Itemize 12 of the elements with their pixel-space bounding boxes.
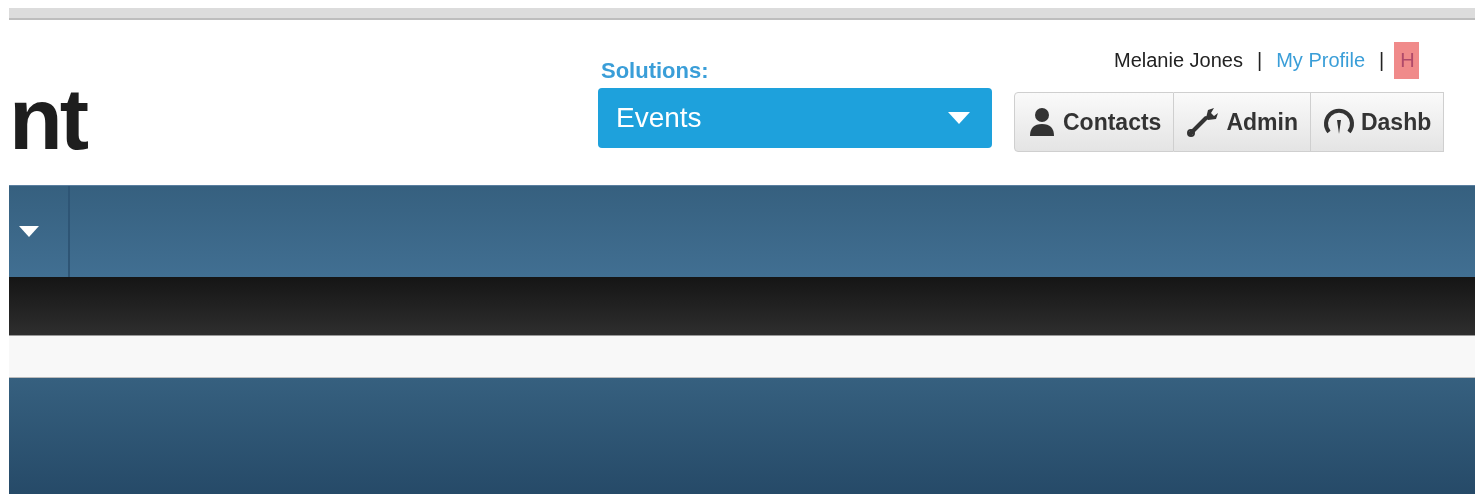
logo: nt (9, 68, 88, 170)
wrench-icon (1186, 106, 1221, 138)
toolbar-button[interactable]: Admin (1174, 92, 1311, 152)
separator: | (1256, 48, 1263, 72)
separator: | (1379, 48, 1385, 72)
solutions-label: Solutions: (601, 58, 710, 84)
caret-icon (948, 112, 970, 124)
toolbar-button[interactable]: Contacts (1014, 92, 1175, 152)
person-icon (1027, 106, 1057, 138)
toolbar-button[interactable]: Dashb (1310, 92, 1445, 152)
caret-icon[interactable] (19, 226, 39, 237)
user-name: Melanie Jones (1114, 48, 1243, 72)
